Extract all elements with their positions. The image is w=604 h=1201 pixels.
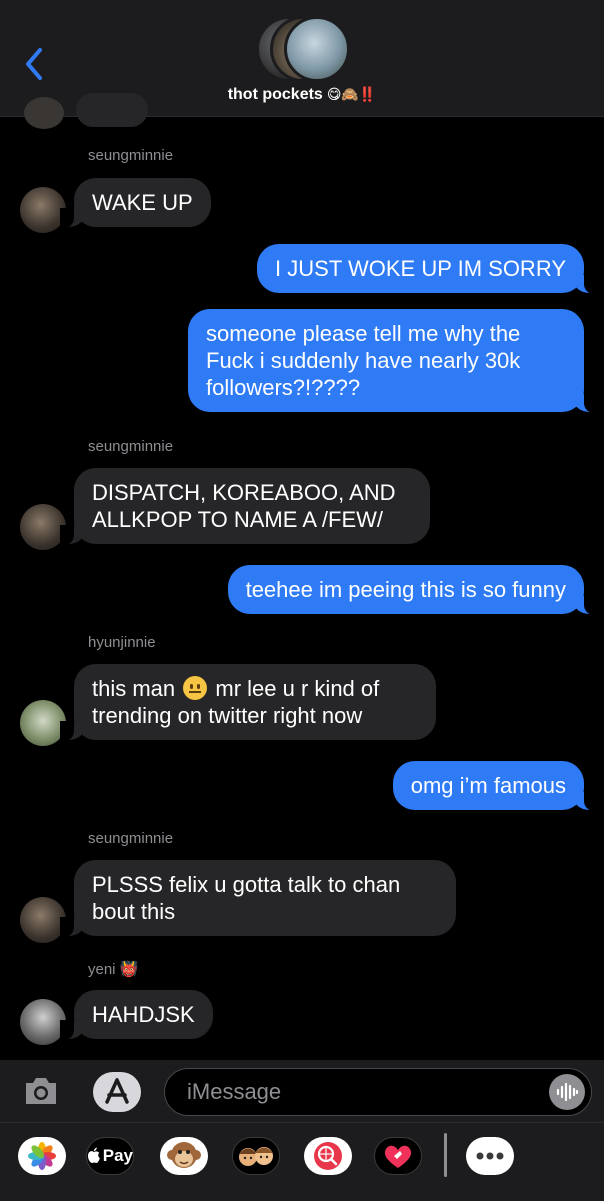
waveform-icon bbox=[556, 1082, 579, 1102]
group-avatar-stack[interactable] bbox=[256, 16, 352, 82]
sender-name: hyunjinnie bbox=[88, 634, 156, 651]
animoji-app-button[interactable] bbox=[160, 1137, 208, 1175]
audio-message-button[interactable] bbox=[549, 1074, 585, 1110]
message-input-placeholder: iMessage bbox=[187, 1079, 282, 1104]
photos-app-button[interactable] bbox=[18, 1137, 66, 1175]
message-bubble-incoming[interactable]: HAHDJSK bbox=[60, 990, 213, 1040]
message-text: this man bbox=[92, 676, 176, 701]
digital-touch-button[interactable] bbox=[374, 1137, 422, 1175]
camera-icon bbox=[26, 1078, 56, 1104]
apple-pay-label: Pay bbox=[102, 1146, 133, 1165]
image-search-button[interactable] bbox=[304, 1137, 352, 1175]
apple-logo-icon bbox=[87, 1147, 100, 1164]
message-bubble-incoming[interactable]: WAKE UP bbox=[60, 178, 211, 228]
chevron-left-icon bbox=[26, 48, 42, 80]
camera-button[interactable] bbox=[22, 1074, 60, 1108]
more-apps-button[interactable] bbox=[466, 1137, 514, 1175]
monkey-face-icon bbox=[167, 1142, 201, 1168]
globe-search-icon bbox=[314, 1142, 342, 1170]
message-bubble-incoming[interactable]: PLSSS felix u gotta talk to chan bout th… bbox=[60, 860, 456, 937]
app-store-button[interactable] bbox=[93, 1072, 141, 1112]
message-bubble-outgoing[interactable]: someone please tell me why the Fuck i su… bbox=[188, 309, 598, 413]
heart-touch-icon bbox=[384, 1145, 412, 1168]
sender-name: yeni 👹 bbox=[88, 961, 139, 978]
sender-name: seungminnie bbox=[88, 830, 174, 847]
photos-icon bbox=[28, 1142, 56, 1170]
compose-bar: iMessage bbox=[0, 1060, 604, 1122]
memoji-faces-icon bbox=[239, 1147, 273, 1166]
app-drawer-divider bbox=[444, 1133, 447, 1177]
app-store-icon bbox=[105, 1078, 129, 1104]
message-bubble-outgoing[interactable]: I JUST WOKE UP IM SORRY bbox=[257, 244, 598, 294]
message-input[interactable]: iMessage bbox=[164, 1068, 592, 1116]
memoji-stickers-button[interactable] bbox=[232, 1137, 280, 1175]
neutral-face-emoji-icon bbox=[183, 676, 208, 700]
apple-pay-button[interactable]: Pay bbox=[86, 1137, 134, 1175]
sender-name: seungminnie bbox=[88, 147, 174, 164]
app-drawer: Pay bbox=[0, 1122, 604, 1201]
message-list[interactable]: seungminnie WAKE UP I JUST WOKE UP IM SO… bbox=[0, 93, 604, 1060]
back-button[interactable] bbox=[18, 44, 52, 84]
message-bubble-incoming[interactable]: this man mr lee u r kind of trending on … bbox=[60, 664, 436, 741]
group-name-emoji: 😋🙈‼️ bbox=[326, 86, 377, 102]
message-bubble-incoming[interactable]: DISPATCH, KOREABOO, AND ALLKPOP TO NAME … bbox=[60, 468, 430, 545]
message-bubble-outgoing[interactable]: omg i’m famous bbox=[392, 761, 599, 811]
avatar bbox=[284, 16, 350, 82]
previous-message-peek bbox=[24, 93, 148, 129]
sender-name: seungminnie bbox=[88, 438, 174, 455]
message-bubble-outgoing[interactable]: teehee im peeing this is so funny bbox=[227, 565, 599, 615]
group-name-label: thot pockets bbox=[227, 86, 323, 103]
ellipsis-icon bbox=[476, 1152, 504, 1160]
